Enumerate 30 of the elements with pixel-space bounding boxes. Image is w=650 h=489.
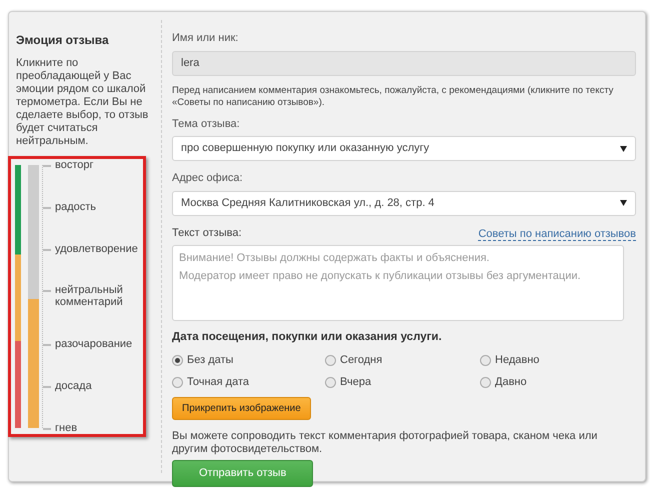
radio-icon[interactable] [480,355,491,366]
date-option[interactable]: Точная дата [172,374,325,390]
tips-link[interactable]: Советы по написанию отзывов [478,228,636,241]
radio-icon[interactable] [480,376,491,388]
office-label: Адрес офиса: [172,171,244,186]
date-option[interactable]: Вчера [325,374,480,390]
date-heading: Дата посещения, покупки или оказания услуги. [172,330,443,345]
attach-image-button[interactable]: Прикрепить изображение [172,397,311,420]
radio-icon[interactable] [325,376,336,388]
caret-icon [620,200,627,206]
date-option[interactable]: Без даты [172,352,325,369]
radio-icon[interactable] [172,376,183,388]
notice-text: Перед написанием комментария ознакомьтесь, пожалуйста, с рекомендациями (кликните по тексту «Советы по написанию отзывов»). [172,84,614,108]
review-text-field[interactable]: Внимание! Отзывы должны содержать факты и объяснения. Модератор имеет право не допускать к публикации отзывы без аргументации. [172,245,624,321]
name-field[interactable]: lera [172,50,636,76]
text-label: Текст отзыва: [172,226,242,240]
topic-label: Тема отзыва: [172,116,241,132]
thermometer-tube[interactable] [28,165,39,428]
photo-note: Вы можете сопроводить текст комментария фотографией товара, сканом чека или другим фотосвидетельством. [172,430,598,456]
radio-icon[interactable] [325,355,336,366]
sidebar-title: Эмоция отзыва [16,32,110,49]
date-option[interactable]: Давно [480,374,630,390]
caret-icon [620,146,627,152]
office-select[interactable]: Москва Средняя Калитниковская ул., д. 28, стр. 4 [172,190,636,216]
name-label: Имя или ник: [172,31,240,46]
sidebar-hint: Кликните по преобладающей у Вас эмоции рядом со шкалой термометра. Если Вы не сделаете выбор, то отзыв будет считаться нейтральным. [16,57,150,148]
date-option[interactable]: Сегодня [325,352,480,369]
radio-icon[interactable] [172,355,183,366]
date-option[interactable]: Недавно [480,352,630,369]
topic-select[interactable]: про совершенную покупку или оказанную услугу [172,136,636,161]
